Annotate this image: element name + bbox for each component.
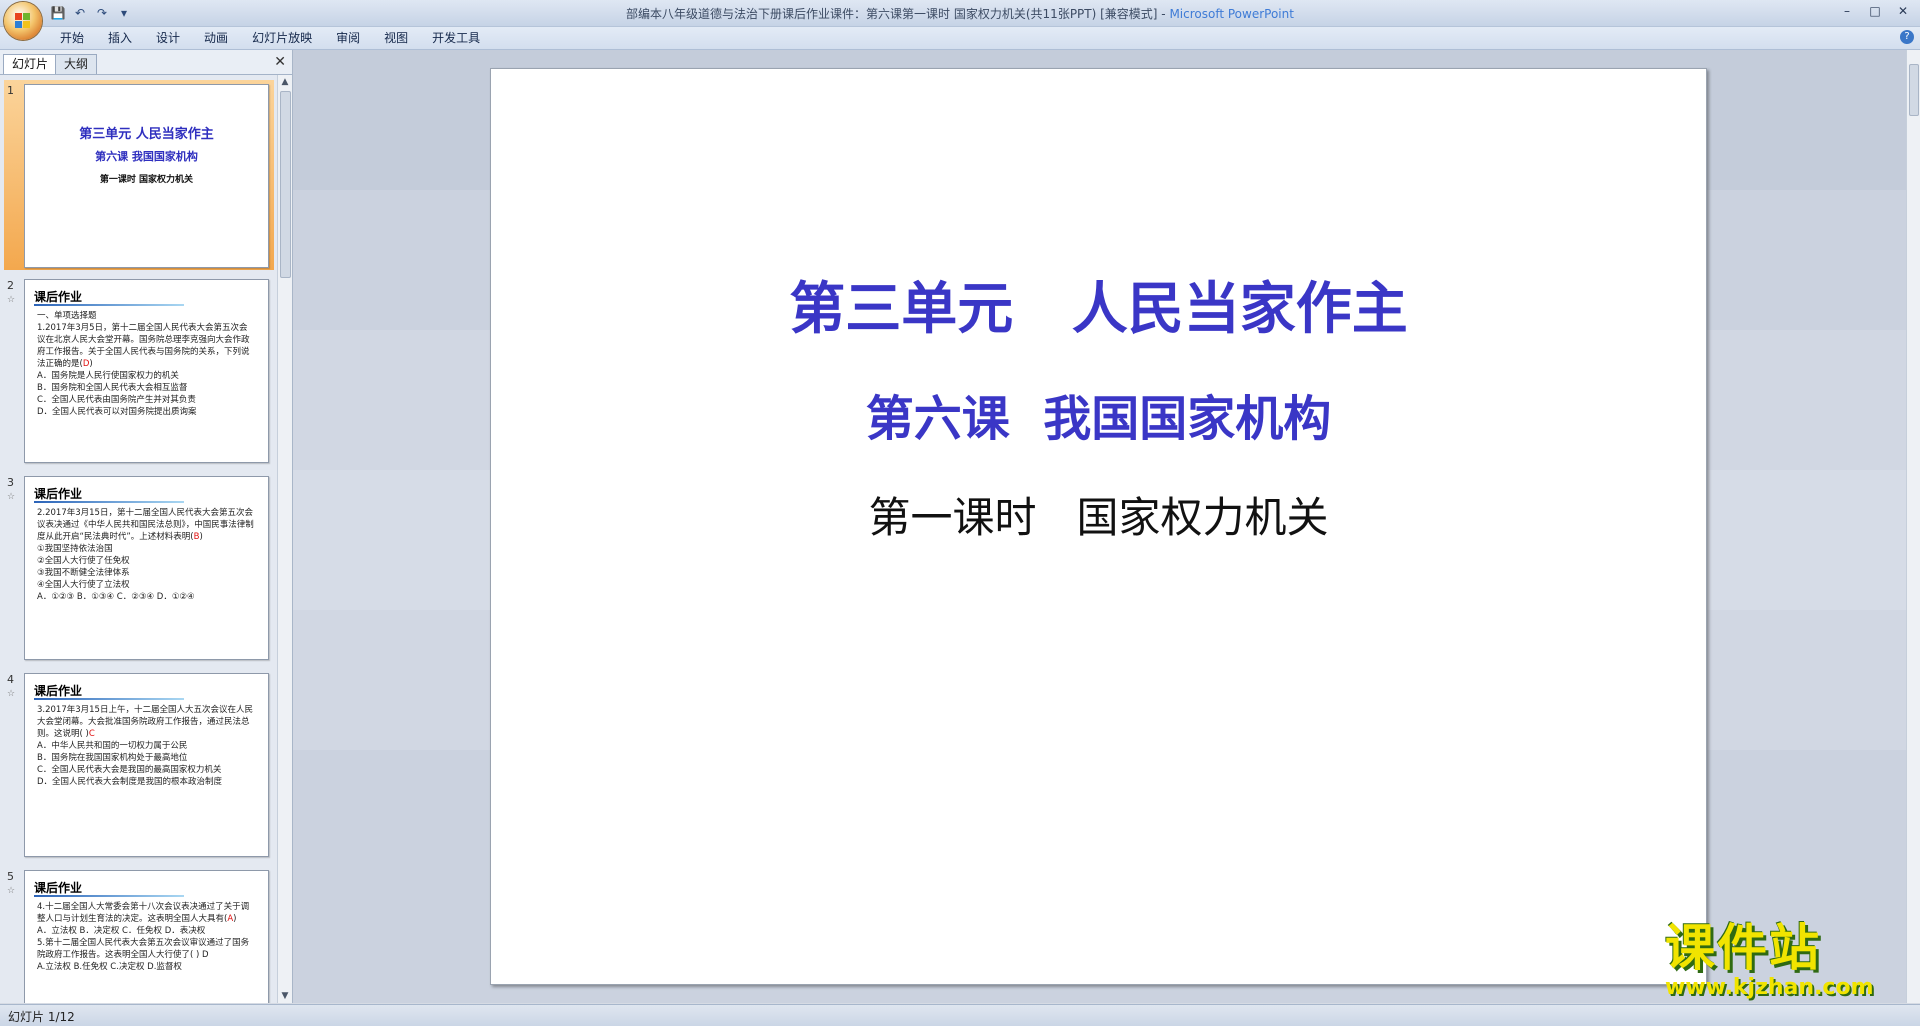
title-separator: - (1157, 7, 1170, 21)
thumb-body-text: 4.十二届全国人大常委会第十八次会议表决通过了关于调整人口与计划生育法的决定。这… (37, 902, 250, 924)
editor-scrollbar[interactable] (1906, 50, 1920, 1003)
heading-underline (34, 698, 184, 700)
thumb-heading: 课后作业 (34, 290, 83, 304)
thumb-heading: 课后作业 (34, 487, 83, 501)
office-logo-square (23, 21, 30, 28)
panel-tabs: 幻灯片 大纲 ✕ (0, 50, 292, 75)
thumbnail-scrollbar[interactable]: ▲ ▼ (277, 75, 292, 1003)
thumb-body-text: 2.2017年3月15日，第十二届全国人民代表大会第五次会议表决通过《中华人民共… (37, 508, 254, 542)
slide-subtitle[interactable]: 第六课 我国国家机构 (491, 379, 1706, 449)
window-controls: – □ ✕ (1834, 2, 1916, 20)
thumbnail-card: 课后作业 3.2017年3月15日上午，十二届全国人大五次会议在人民大会堂闭幕。… (24, 673, 269, 857)
scroll-down-icon[interactable]: ▼ (278, 989, 292, 1003)
thumb-body-text: 3.2017年3月15日上午，十二届全国人大五次会议在人民大会堂闭幕。大会批准国… (37, 705, 253, 739)
watermark-text: 课件站 (1665, 919, 1821, 977)
office-logo-square (23, 13, 30, 20)
animation-star-icon: ☆ (7, 492, 16, 502)
minimize-button[interactable]: – (1834, 2, 1860, 20)
slides-panel: 幻灯片 大纲 ✕ 1 第三单元 人民当家作主 第六课 我国国家机构 第一课时 国… (0, 50, 293, 1003)
slide-number: 5 (7, 870, 14, 883)
thumbnail-card: 课后作业 2.2017年3月15日，第十二届全国人民代表大会第五次会议表决通过《… (24, 476, 269, 660)
title-bar: 💾 ↶ ↷ ▾ 部编本八年级道德与法治下册课后作业课件：第六课第一课时 国家权力… (0, 0, 1920, 27)
slide-counter: 幻灯片 1/12 (8, 1010, 75, 1024)
thumb-heading: 课后作业 (34, 881, 83, 895)
app-name: Microsoft PowerPoint (1169, 7, 1294, 21)
animation-star-icon: ☆ (7, 295, 16, 305)
thumb-subtitle: 第六课 我国国家机构 (95, 150, 198, 163)
thumb-body: 4.十二届全国人大常委会第十八次会议表决通过了关于调整人口与计划生育法的决定。这… (37, 901, 256, 973)
thumb-line3: 第一课时 国家权力机关 (99, 175, 194, 185)
thumb-answer: C (88, 729, 95, 739)
tab-animations[interactable]: 动画 (192, 30, 240, 46)
thumbnail-list: 1 第三单元 人民当家作主 第六课 我国国家机构 第一课时 国家权力机关 2 ☆… (0, 75, 276, 1003)
thumbnail-slide-3[interactable]: 3 ☆ 课后作业 2.2017年3月15日，第十二届全国人民代表大会第五次会议表… (4, 472, 274, 662)
scroll-up-icon[interactable]: ▲ (278, 75, 292, 89)
office-logo-square (15, 21, 22, 28)
slide-number: 4 (7, 673, 14, 686)
thumbnail-card: 课后作业 4.十二届全国人大常委会第十八次会议表决通过了关于调整人口与计划生育法… (24, 870, 269, 1003)
slide-number: 3 (7, 476, 14, 489)
ribbon-tabs: 开始 插入 设计 动画 幻灯片放映 审阅 视图 开发工具 (48, 30, 492, 46)
thumb-body: 一、单项选择题 1.2017年3月5日，第十二届全国人民代表大会第五次会议在北京… (37, 310, 256, 418)
help-icon[interactable]: ? (1900, 30, 1914, 44)
tab-outline[interactable]: 大纲 (55, 54, 98, 74)
office-button[interactable] (4, 2, 42, 40)
heading-underline (34, 895, 184, 897)
slide-title[interactable]: 第三单元 人民当家作主 (491, 264, 1706, 345)
thumb-body: 2.2017年3月15日，第十二届全国人民代表大会第五次会议表决通过《中华人民共… (37, 507, 256, 603)
tab-slides[interactable]: 幻灯片 (3, 54, 58, 74)
thumbnail-slide-5[interactable]: 5 ☆ 课后作业 4.十二届全国人大常委会第十八次会议表决通过了关于调整人口与计… (4, 866, 274, 1003)
office-logo-icon (15, 13, 22, 20)
thumbnail-card: 课后作业 一、单项选择题 1.2017年3月5日，第十二届全国人民代表大会第五次… (24, 279, 269, 463)
thumbnail-slide-2[interactable]: 2 ☆ 课后作业 一、单项选择题 1.2017年3月5日，第十二届全国人民代表大… (4, 275, 274, 465)
tab-insert[interactable]: 插入 (96, 30, 144, 46)
tab-home[interactable]: 开始 (48, 30, 96, 46)
heading-underline (34, 304, 184, 306)
tab-design[interactable]: 设计 (144, 30, 192, 46)
window-title: 部编本八年级道德与法治下册课后作业课件：第六课第一课时 国家权力机关(共11张P… (0, 5, 1920, 22)
thumb-body: 3.2017年3月15日上午，十二届全国人大五次会议在人民大会堂闭幕。大会批准国… (37, 704, 256, 788)
animation-star-icon: ☆ (7, 886, 16, 896)
status-bar: 幻灯片 1/12 (0, 1004, 1920, 1026)
panel-close-icon[interactable]: ✕ (274, 54, 286, 70)
heading-underline (34, 501, 184, 503)
slide-editor: 第三单元 人民当家作主 第六课 我国国家机构 第一课时 国家权力机关 (293, 50, 1907, 1003)
scroll-thumb[interactable] (280, 91, 291, 278)
tab-developer[interactable]: 开发工具 (420, 30, 492, 46)
thumbnail-slide-1[interactable]: 1 第三单元 人民当家作主 第六课 我国国家机构 第一课时 国家权力机关 (4, 80, 274, 270)
tab-slideshow[interactable]: 幻灯片放映 (240, 30, 324, 46)
thumb-heading: 课后作业 (34, 684, 83, 698)
tab-review[interactable]: 审阅 (324, 30, 372, 46)
document-title: 部编本八年级道德与法治下册课后作业课件：第六课第一课时 国家权力机关(共11张P… (626, 7, 1158, 21)
maximize-button[interactable]: □ (1862, 2, 1888, 20)
thumb-body-text: 一、单项选择题 1.2017年3月5日，第十二届全国人民代表大会第五次会议在北京… (37, 311, 250, 369)
slide-line3[interactable]: 第一课时 国家权力机关 (491, 484, 1706, 545)
scroll-thumb[interactable] (1909, 64, 1919, 116)
animation-star-icon: ☆ (7, 689, 16, 699)
slide-number: 1 (7, 84, 14, 97)
slide-number: 2 (7, 279, 14, 292)
tab-view[interactable]: 视图 (372, 30, 420, 46)
ribbon-tab-bar: 开始 插入 设计 动画 幻灯片放映 审阅 视图 开发工具 ? (0, 27, 1920, 50)
close-button[interactable]: ✕ (1890, 2, 1916, 20)
thumbnail-slide-4[interactable]: 4 ☆ 课后作业 3.2017年3月15日上午，十二届全国人大五次会议在人民大会… (4, 669, 274, 859)
current-slide[interactable]: 第三单元 人民当家作主 第六课 我国国家机构 第一课时 国家权力机关 (490, 68, 1707, 985)
thumb-body-text: ) ①我国坚持依法治国 ②全国人大行使了任免权 ③我国不断健全法律体系 ④全国人… (37, 532, 203, 602)
watermark-logo: 课件站 www.kjzhan.com (1665, 920, 1905, 1002)
thumbnail-card: 第三单元 人民当家作主 第六课 我国国家机构 第一课时 国家权力机关 (24, 84, 269, 268)
thumb-title: 第三单元 人民当家作主 (79, 127, 214, 142)
watermark-url: www.kjzhan.com (1665, 975, 1874, 1000)
thumb-body-text: A．中华人民共和国的一切权力属于公民 B．国务院在我国国家机构处于最高地位 C．… (37, 741, 223, 787)
